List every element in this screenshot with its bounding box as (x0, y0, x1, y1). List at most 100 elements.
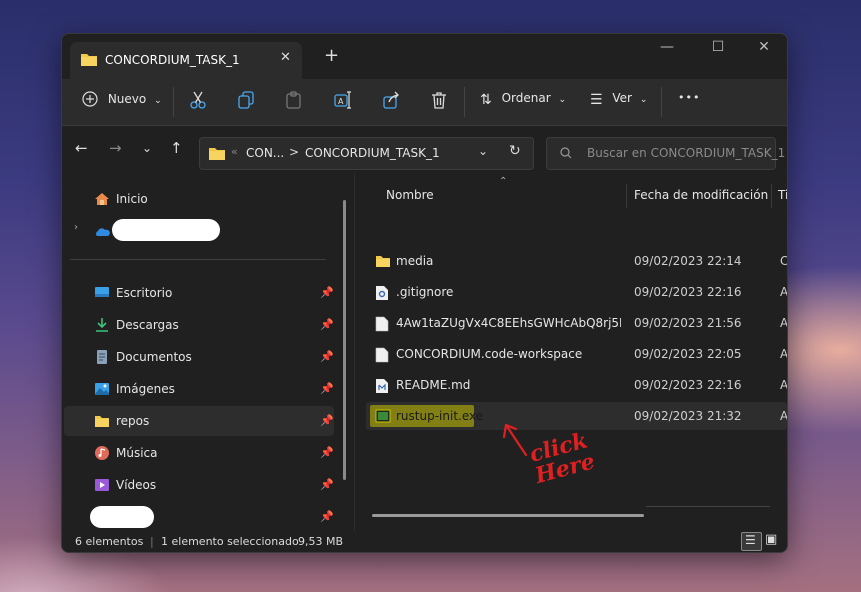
breadcrumb-separator: > (289, 145, 300, 159)
sidebar-item-documentos[interactable]: Documentos 📌 (64, 342, 334, 372)
scroll-track (646, 506, 770, 507)
file-row-media[interactable]: media 09/02/2023 22:14 C (366, 247, 787, 275)
file-type: A (780, 285, 788, 299)
minimize-button[interactable]: — (647, 39, 687, 55)
tiles-view-button[interactable]: ▣ (764, 532, 780, 549)
sidebar-item-onedrive[interactable]: › (64, 215, 334, 245)
sidebar-item-label: Música (116, 446, 158, 460)
expand-chevron-icon[interactable]: › (74, 222, 78, 233)
file-list: ⌃ Nombre Fecha de modificación Ti media … (356, 174, 787, 531)
pin-icon[interactable]: 📌 (320, 414, 334, 427)
file-name: media (396, 254, 434, 268)
pin-icon[interactable]: 📌 (320, 446, 334, 459)
more-options-button[interactable]: ••• (678, 91, 700, 104)
breadcrumb-overflow[interactable]: « (231, 145, 238, 158)
file-row-keyfile[interactable]: 4Aw1taZUgVx4C8EEhsGWHcAbQ8rj5EiR3... 09/… (366, 309, 787, 337)
pin-icon[interactable]: 📌 (320, 286, 334, 299)
paste-icon[interactable] (286, 91, 302, 109)
maximize-button[interactable]: ☐ (698, 39, 738, 55)
sidebar-item-redacted[interactable]: 📌 (64, 502, 334, 532)
pane-divider[interactable] (354, 174, 355, 531)
share-icon[interactable] (383, 91, 401, 109)
pictures-icon (95, 383, 109, 395)
pin-icon[interactable]: 📌 (320, 510, 334, 523)
view-button-label: Ver (612, 91, 632, 105)
file-type: A (780, 378, 788, 392)
sort-button[interactable]: ⇅ Ordenar ⌄ (480, 91, 566, 108)
recent-locations-chevron-icon[interactable]: ⌄ (142, 141, 152, 155)
sidebar-scrollbar[interactable] (343, 200, 346, 480)
search-placeholder: Buscar en CONCORDIUM_TASK_1 (587, 146, 786, 160)
tiles-view-icon: ▣ (765, 532, 778, 547)
pin-icon[interactable]: 📌 (320, 350, 334, 363)
sidebar-item-repos[interactable]: repos 📌 (64, 406, 334, 436)
column-header-date[interactable]: Fecha de modificación (634, 188, 768, 202)
sidebar-item-imagenes[interactable]: Imágenes 📌 (64, 374, 334, 404)
sidebar-item-label: Vídeos (116, 478, 157, 492)
pin-icon[interactable]: 📌 (320, 478, 334, 491)
redacted-item-name (90, 506, 154, 528)
music-icon (95, 446, 109, 460)
breadcrumb-current[interactable]: CONCORDIUM_TASK_1 (305, 146, 440, 160)
file-row-rustup-init[interactable]: rustup-init.exe 09/02/2023 21:32 A (366, 402, 787, 430)
file-name: CONCORDIUM.code-workspace (396, 347, 583, 361)
plus-circle-icon (82, 91, 98, 107)
address-bar[interactable]: « CON... > CONCORDIUM_TASK_1 ⌄ ↻ (199, 137, 534, 170)
cut-icon[interactable] (190, 91, 206, 109)
sidebar-item-label: Documentos (116, 350, 192, 364)
file-name: 4Aw1taZUgVx4C8EEhsGWHcAbQ8rj5EiR3... (396, 316, 621, 330)
config-file-icon (376, 286, 388, 300)
copy-icon[interactable] (238, 91, 254, 109)
sidebar-item-descargas[interactable]: Descargas 📌 (64, 310, 334, 340)
sort-ascending-icon: ⌃ (499, 176, 508, 187)
address-dropdown-chevron-icon[interactable]: ⌄ (478, 144, 488, 158)
column-divider[interactable] (771, 184, 772, 208)
breadcrumb-item[interactable]: CON... (246, 146, 284, 160)
selection-count: 1 elemento seleccionado (161, 535, 299, 548)
sidebar-item-videos[interactable]: Vídeos 📌 (64, 470, 334, 500)
column-header-name[interactable]: Nombre (386, 188, 434, 202)
file-date: 09/02/2023 22:14 (634, 254, 742, 268)
file-type: C (780, 254, 788, 268)
details-view-icon: ☰ (745, 533, 756, 547)
videos-icon (95, 479, 109, 491)
folder-icon (209, 148, 225, 160)
details-view-button[interactable]: ☰ (741, 532, 762, 551)
pin-icon[interactable]: 📌 (320, 318, 334, 331)
column-header-type[interactable]: Ti (778, 188, 787, 202)
refresh-icon[interactable]: ↻ (509, 143, 521, 159)
sidebar-item-label: Imágenes (116, 382, 175, 396)
chevron-down-icon: ⌄ (558, 95, 566, 105)
new-tab-button[interactable]: + (324, 47, 339, 65)
tab-title: CONCORDIUM_TASK_1 (105, 53, 240, 67)
column-divider[interactable] (626, 184, 627, 208)
back-arrow-icon[interactable]: ← (75, 139, 88, 157)
sidebar-item-escritorio[interactable]: Escritorio 📌 (64, 278, 334, 308)
address-bar-row: ← → ⌄ ↑ « CON... > CONCORDIUM_TASK_1 ⌄ ↻… (62, 126, 787, 172)
folder-icon (81, 54, 97, 66)
forward-arrow-icon[interactable]: → (109, 139, 122, 157)
chevron-down-icon: ⌄ (639, 95, 648, 105)
delete-icon[interactable] (431, 91, 447, 109)
rename-icon[interactable]: A (334, 91, 352, 109)
close-button[interactable]: ✕ (744, 39, 784, 55)
tab-concordium[interactable]: CONCORDIUM_TASK_1 ✕ (70, 42, 302, 79)
file-row-readme[interactable]: README.md 09/02/2023 22:16 A (366, 371, 787, 399)
tab-close-icon[interactable]: ✕ (280, 50, 291, 65)
sidebar-item-musica[interactable]: Música 📌 (64, 438, 334, 468)
sort-button-label: Ordenar (501, 91, 551, 105)
sidebar-item-home[interactable]: Inicio (64, 184, 334, 214)
search-input[interactable]: Buscar en CONCORDIUM_TASK_1 (546, 137, 785, 170)
up-arrow-icon[interactable]: ↑ (170, 139, 183, 157)
status-separator: | (150, 535, 154, 548)
new-button[interactable]: Nuevo ⌄ (82, 91, 162, 107)
toolbar-divider (173, 87, 174, 117)
file-row-gitignore[interactable]: .gitignore 09/02/2023 22:16 A (366, 278, 787, 306)
sidebar-item-label: Escritorio (116, 286, 173, 300)
pin-icon[interactable]: 📌 (320, 382, 334, 395)
file-row-workspace[interactable]: CONCORDIUM.code-workspace 09/02/2023 22:… (366, 340, 787, 368)
view-button[interactable]: ☰ Ver ⌄ (590, 91, 647, 108)
markdown-file-icon (376, 379, 388, 393)
horizontal-scrollbar-thumb[interactable] (372, 514, 644, 517)
navigation-pane: Inicio › Escritorio 📌 Descargas 📌 Docume… (62, 174, 352, 531)
